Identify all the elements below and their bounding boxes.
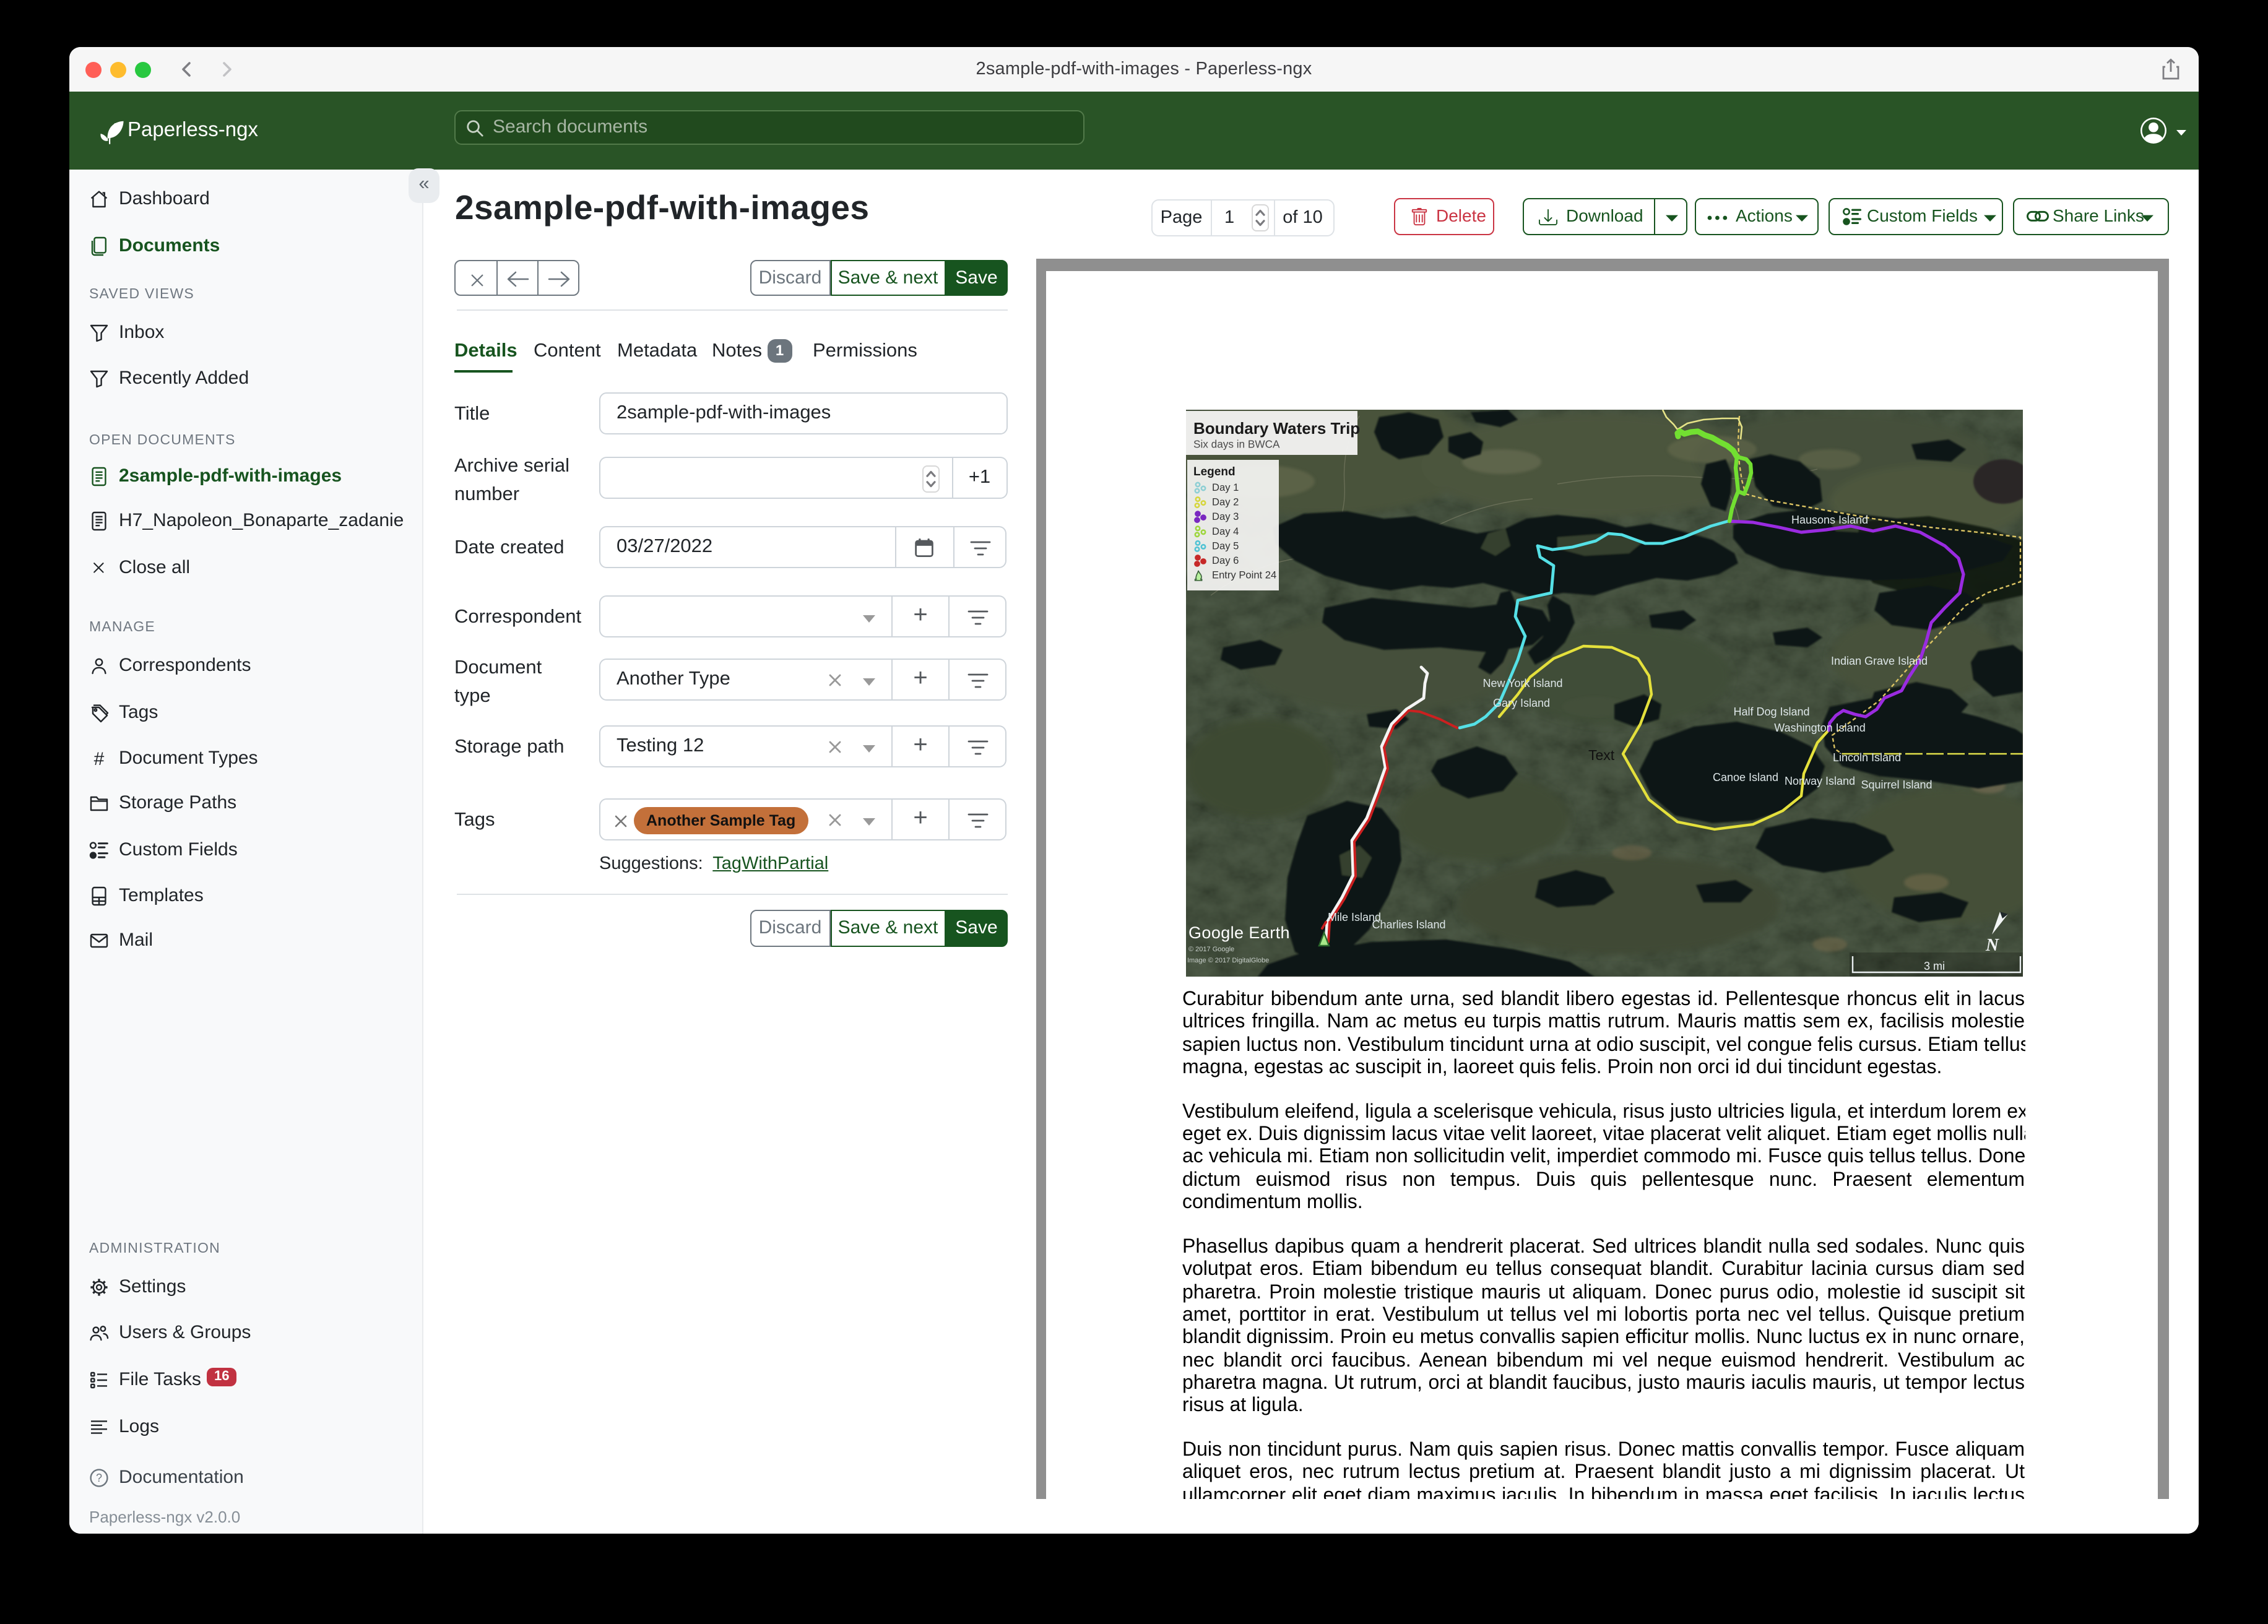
svg-text:New York Island: New York Island xyxy=(1482,676,1562,689)
svg-text:Image © 2017 DigitalGlobe: Image © 2017 DigitalGlobe xyxy=(1187,956,1268,964)
svg-text:Six days in BWCA: Six days in BWCA xyxy=(1193,438,1279,450)
svg-text:Day 5: Day 5 xyxy=(1211,539,1238,551)
svg-text:Lincoln Island: Lincoln Island xyxy=(1832,751,1900,763)
svg-text:Day 6: Day 6 xyxy=(1211,554,1238,566)
svg-text:Half Dog Island: Half Dog Island xyxy=(1733,705,1809,717)
svg-text:Hausons Island: Hausons Island xyxy=(1791,513,1868,525)
svg-text:Canoe Island: Canoe Island xyxy=(1712,771,1778,783)
svg-text:© 2017 Google: © 2017 Google xyxy=(1188,945,1234,952)
svg-text:?: ? xyxy=(96,1472,102,1485)
svg-text:Day 4: Day 4 xyxy=(1211,525,1238,537)
svg-text:#: # xyxy=(94,748,105,768)
svg-text:Squirrel Island: Squirrel Island xyxy=(1860,778,1931,790)
svg-text:Entry Point 24: Entry Point 24 xyxy=(1211,569,1276,581)
svg-text:Day 1: Day 1 xyxy=(1211,481,1238,493)
svg-text:Charlies Island: Charlies Island xyxy=(1371,918,1445,930)
svg-text:N: N xyxy=(1984,935,1999,954)
svg-text:Day 2: Day 2 xyxy=(1211,496,1238,508)
svg-text:Text: Text xyxy=(1588,746,1614,762)
svg-text:Day 3: Day 3 xyxy=(1211,510,1238,522)
svg-text:Washington Island: Washington Island xyxy=(1773,721,1864,733)
svg-text:Gary Island: Gary Island xyxy=(1492,696,1549,709)
svg-text:3 mi: 3 mi xyxy=(1923,959,1944,972)
svg-text:Indian Grave Island: Indian Grave Island xyxy=(1830,654,1927,667)
svg-text:Boundary Waters Trip: Boundary Waters Trip xyxy=(1193,418,1359,437)
svg-text:Norway Island: Norway Island xyxy=(1784,774,1855,787)
svg-text:Legend: Legend xyxy=(1193,465,1235,478)
svg-text:Google Earth: Google Earth xyxy=(1188,923,1289,941)
